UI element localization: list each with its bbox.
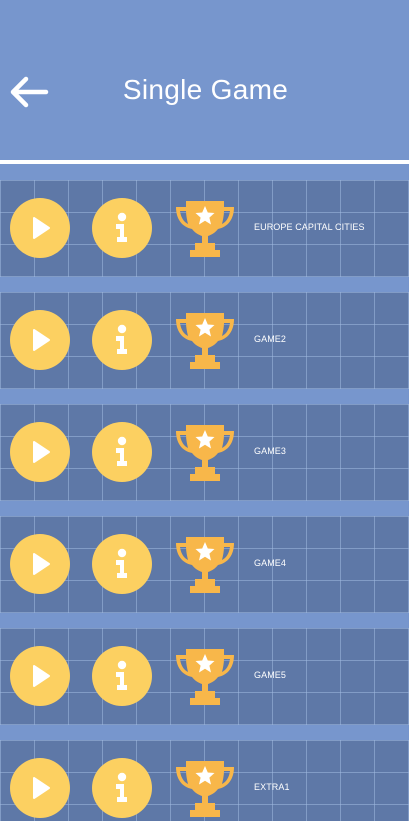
trophy-icon bbox=[176, 537, 234, 593]
info-icon bbox=[116, 660, 127, 690]
page-title: Single Game bbox=[122, 74, 289, 105]
play-button[interactable] bbox=[10, 534, 70, 594]
game-row: EXTRA1 bbox=[0, 740, 409, 821]
trophy-icon bbox=[176, 761, 234, 817]
play-button[interactable] bbox=[10, 422, 70, 482]
info-icon bbox=[116, 324, 127, 354]
play-button[interactable] bbox=[10, 310, 70, 370]
play-icon bbox=[33, 665, 50, 687]
game-name: EUROPE CAPITAL CITIES bbox=[254, 222, 365, 232]
play-button[interactable] bbox=[10, 758, 70, 818]
game-list: EUROPE CAPITAL CITIES GAME2 GAME3 GAME4 … bbox=[0, 164, 409, 821]
game-row: GAME5 bbox=[0, 628, 409, 725]
info-button[interactable] bbox=[92, 310, 152, 370]
play-icon bbox=[33, 441, 50, 463]
game-name: GAME2 bbox=[254, 334, 287, 344]
info-icon bbox=[116, 212, 127, 242]
play-icon bbox=[33, 329, 50, 351]
info-button[interactable] bbox=[92, 646, 152, 706]
game-row: GAME2 bbox=[0, 292, 409, 389]
play-button[interactable] bbox=[10, 198, 70, 258]
play-icon bbox=[33, 217, 50, 239]
game-row: GAME4 bbox=[0, 516, 409, 613]
header-bar: Single Game bbox=[0, 0, 409, 160]
info-icon bbox=[116, 772, 127, 802]
trophy-icon bbox=[176, 649, 234, 705]
play-button[interactable] bbox=[10, 646, 70, 706]
trophy-icon bbox=[176, 425, 234, 481]
info-icon bbox=[116, 436, 127, 466]
game-row: EUROPE CAPITAL CITIES bbox=[0, 180, 409, 277]
info-button[interactable] bbox=[92, 198, 152, 258]
info-button[interactable] bbox=[92, 534, 152, 594]
info-button[interactable] bbox=[92, 422, 152, 482]
game-name: GAME4 bbox=[254, 558, 287, 568]
game-name: GAME3 bbox=[254, 446, 287, 456]
play-icon bbox=[33, 777, 50, 799]
trophy-icon bbox=[176, 201, 234, 257]
game-name: EXTRA1 bbox=[254, 782, 290, 792]
info-button[interactable] bbox=[92, 758, 152, 818]
game-name: GAME5 bbox=[254, 670, 287, 680]
info-icon bbox=[116, 548, 127, 578]
play-icon bbox=[33, 553, 50, 575]
game-row: GAME3 bbox=[0, 404, 409, 501]
trophy-icon bbox=[176, 313, 234, 369]
